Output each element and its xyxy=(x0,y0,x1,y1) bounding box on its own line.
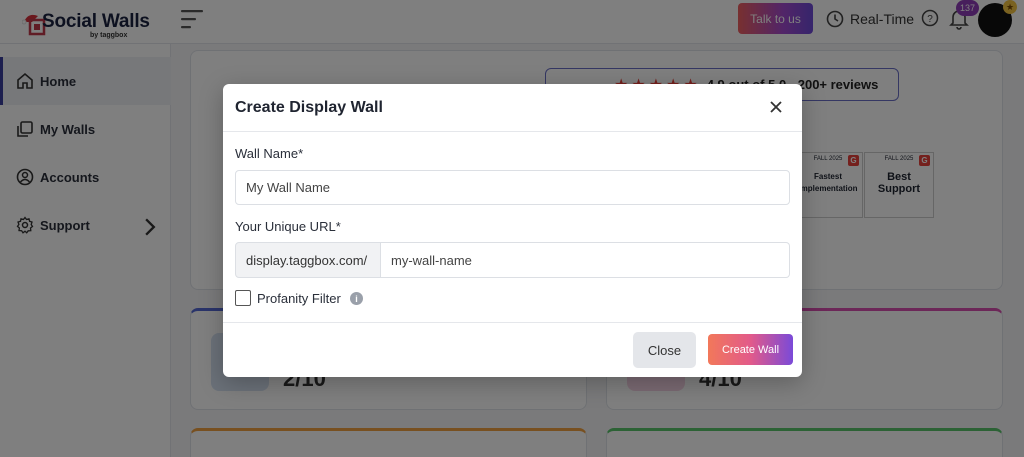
wall-name-label: Wall Name* xyxy=(235,146,304,161)
modal-footer-divider xyxy=(223,322,802,323)
modal-header: Create Display Wall xyxy=(223,84,802,132)
unique-url-input[interactable]: my-wall-name xyxy=(381,242,790,278)
url-prefix: display.taggbox.com/ xyxy=(235,242,381,278)
profanity-filter-checkbox[interactable] xyxy=(235,290,251,306)
profanity-filter-label[interactable]: Profanity Filter xyxy=(257,291,341,306)
close-button[interactable]: Close xyxy=(633,332,696,368)
close-icon[interactable] xyxy=(767,98,785,116)
create-wall-button[interactable]: Create Wall xyxy=(708,334,793,365)
info-icon[interactable]: i xyxy=(350,292,363,305)
create-wall-modal: Create Display Wall Wall Name* My Wall N… xyxy=(223,84,802,377)
wall-name-input[interactable]: My Wall Name xyxy=(235,170,790,205)
modal-title: Create Display Wall xyxy=(235,99,383,116)
unique-url-label: Your Unique URL* xyxy=(235,219,341,234)
